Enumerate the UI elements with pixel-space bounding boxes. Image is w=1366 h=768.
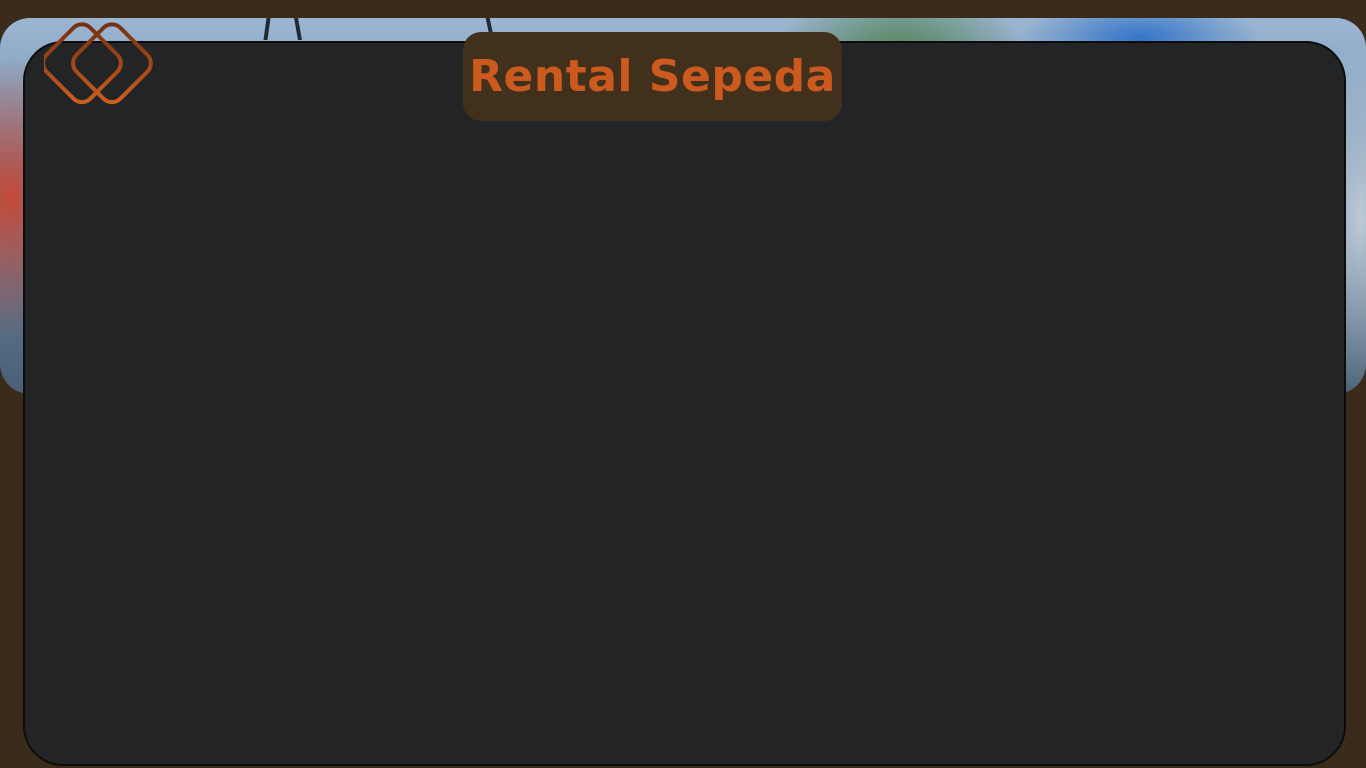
title-banner: Rental Sepeda xyxy=(463,32,842,121)
page-title: Rental Sepeda xyxy=(469,51,836,102)
main-content-panel xyxy=(23,41,1346,766)
diamond-logo-icon[interactable] xyxy=(41,14,164,120)
app-window: Rental Sepeda xyxy=(0,0,1366,768)
